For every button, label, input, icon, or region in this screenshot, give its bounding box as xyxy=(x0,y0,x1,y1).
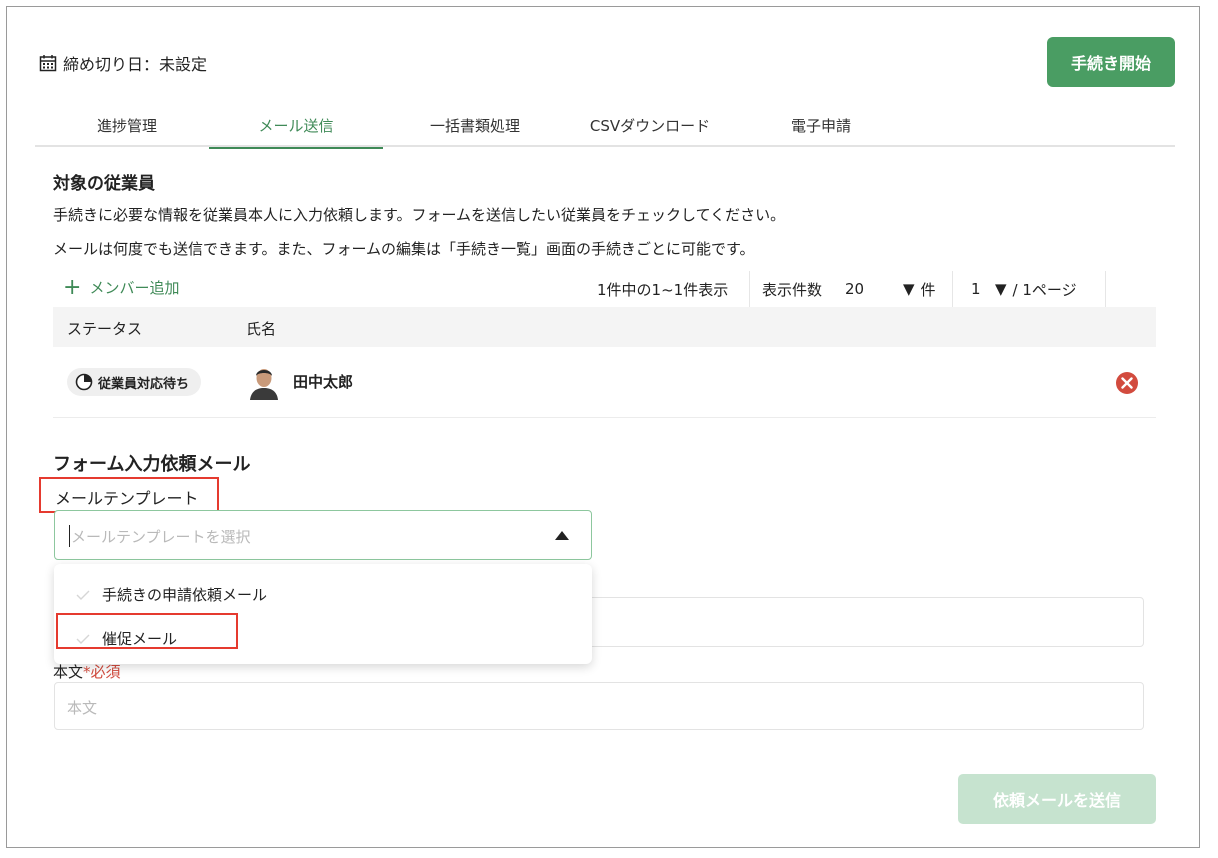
highlight-box xyxy=(56,613,238,649)
avatar xyxy=(246,362,282,400)
tab-bar: 進捗管理 メール送信 一括書類処理 CSVダウンロード 電子申請 xyxy=(35,111,1175,149)
column-status: ステータス xyxy=(67,320,143,338)
page-select[interactable]: 1 ▼ / 1ページ xyxy=(971,271,1077,307)
deadline-text: 締め切り日：未設定 xyxy=(63,55,208,74)
send-request-mail-button[interactable]: 依頼メールを送信 xyxy=(958,774,1156,824)
deadline-info: 締め切り日：未設定 xyxy=(39,51,207,75)
pager-divider xyxy=(749,271,750,307)
employees-title: 対象の従業員 xyxy=(53,174,155,194)
add-member-label: メンバー追加 xyxy=(89,279,180,297)
tab-csv-download[interactable]: CSVダウンロード xyxy=(555,111,745,147)
body-label-text: 本文 xyxy=(53,663,84,681)
remove-employee-icon[interactable] xyxy=(1115,371,1139,395)
option-label: 手続きの申請依頼メール xyxy=(102,586,268,604)
add-member-button[interactable]: + メンバー追加 xyxy=(63,274,180,300)
pager-divider xyxy=(1105,271,1106,307)
employee-name[interactable]: 田中太郎 xyxy=(293,371,353,392)
page-total: / 1ページ xyxy=(1012,280,1077,299)
form-title: フォーム入力依頼メール xyxy=(53,454,251,475)
calendar-icon xyxy=(39,55,57,72)
table-row: 従業員対応待ち 田中太郎 xyxy=(53,347,1156,418)
column-name: 氏名 xyxy=(246,320,277,338)
tab-progress[interactable]: 進捗管理 xyxy=(45,111,209,147)
tab-e-application[interactable]: 電子申請 xyxy=(751,111,891,147)
tab-bulk-documents[interactable]: 一括書類処理 xyxy=(395,111,555,147)
check-icon xyxy=(76,590,90,600)
text-cursor xyxy=(69,525,70,547)
per-page-dropdown-icon: ▼ xyxy=(903,280,915,298)
employees-description-1: 手続きに必要な情報を従業員本人に入力依頼します。フォームを送信したい従業員をチェ… xyxy=(53,206,786,224)
highlight-box xyxy=(39,477,219,513)
tab-send-mail[interactable]: メール送信 xyxy=(209,111,383,149)
per-page-value: 20 xyxy=(845,280,865,298)
employee-table-header: ステータス 氏名 xyxy=(53,307,1156,347)
page-frame: 締め切り日：未設定 手続き開始 進捗管理 メール送信 一括書類処理 CSVダウン… xyxy=(6,6,1200,848)
template-select[interactable]: メールテンプレートを選択 xyxy=(54,510,592,560)
employees-description-2: メールは何度でも送信できます。また、フォームの編集は「手続き一覧」画面の手続きご… xyxy=(53,240,755,258)
status-badge: 従業員対応待ち xyxy=(67,368,202,396)
per-page-unit: 件 xyxy=(920,280,936,299)
pager-summary: 1件中の1~1件表示 xyxy=(597,280,729,299)
plus-icon: + xyxy=(63,274,82,300)
template-placeholder: メールテンプレートを選択 xyxy=(71,528,251,546)
body-textarea[interactable]: 本文 xyxy=(54,682,1144,730)
pager-divider xyxy=(952,271,953,307)
caret-up-icon[interactable] xyxy=(555,531,569,540)
body-label: 本文*必須 xyxy=(53,661,121,682)
per-page-label: 表示件数 xyxy=(762,280,823,299)
pie-progress-icon xyxy=(75,373,93,391)
page-value: 1 xyxy=(971,280,981,298)
page-dropdown-icon: ▼ xyxy=(995,280,1007,298)
template-option-application-request[interactable]: 手続きの申請依頼メール xyxy=(76,584,267,605)
required-mark: *必須 xyxy=(83,663,121,681)
start-procedure-button[interactable]: 手続き開始 xyxy=(1047,37,1175,87)
body-placeholder: 本文 xyxy=(67,699,98,717)
per-page-select[interactable]: 20 ▼ 件 xyxy=(845,271,936,307)
status-text: 従業員対応待ち xyxy=(98,376,190,392)
